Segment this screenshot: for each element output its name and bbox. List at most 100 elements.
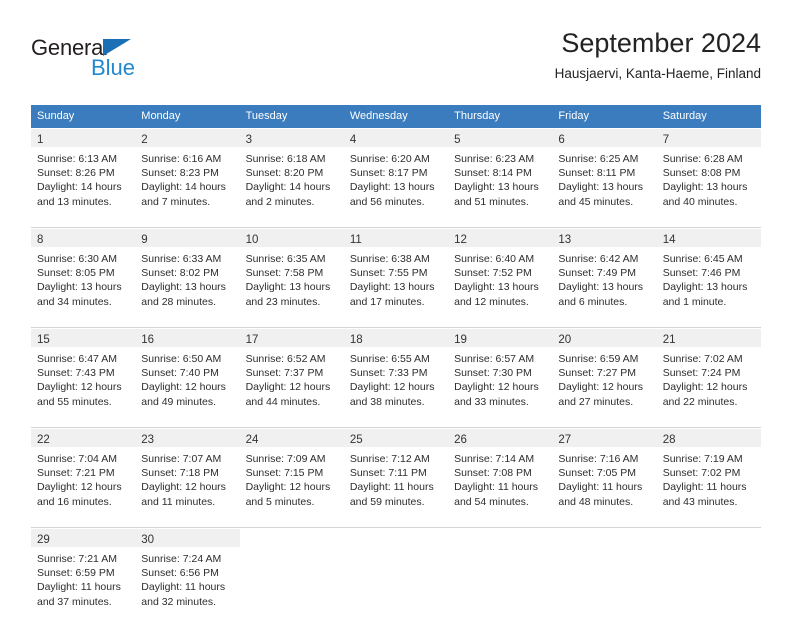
day-number: 13 (558, 234, 572, 246)
day-cell[interactable]: 15 Sunrise: 6:47 AM Sunset: 7:43 PM Dayl… (31, 329, 136, 418)
day-number-band: 28 (656, 429, 761, 447)
day-number-band: 23 (135, 429, 240, 447)
day-cell[interactable]: 29 Sunrise: 7:21 AM Sunset: 6:59 PM Dayl… (31, 529, 136, 618)
day-cell[interactable]: 28 Sunrise: 7:19 AM Sunset: 7:02 PM Dayl… (656, 429, 761, 518)
day-cell[interactable]: 26 Sunrise: 7:14 AM Sunset: 7:08 PM Dayl… (448, 429, 553, 518)
sunset-text: Sunset: 7:43 PM (37, 367, 115, 380)
day-number-band: 9 (135, 229, 240, 247)
day-number: 10 (245, 234, 259, 246)
day-number: 21 (662, 334, 676, 346)
day-number: 12 (454, 234, 467, 246)
day-details: Sunrise: 6:38 AM Sunset: 7:55 PM Dayligh… (344, 247, 448, 315)
daylight-text-line2: and 45 minutes. (558, 195, 634, 208)
sunrise-text: Sunrise: 6:16 AM (141, 153, 222, 165)
day-cell[interactable]: 2 Sunrise: 6:16 AM Sunset: 8:23 PM Dayli… (135, 129, 240, 218)
daylight-text-line2: and 22 minutes. (662, 395, 738, 408)
day-cell[interactable]: 3 Sunrise: 6:18 AM Sunset: 8:20 PM Dayli… (239, 129, 344, 218)
day-cell[interactable]: 5 Sunrise: 6:23 AM Sunset: 8:14 PM Dayli… (448, 129, 553, 218)
day-cell[interactable]: 19 Sunrise: 6:57 AM Sunset: 7:30 PM Dayl… (448, 329, 553, 418)
daylight-text-line1: Daylight: 14 hours (37, 181, 122, 194)
page-subtitle-location: Hausjaervi, Kanta-Haeme, Finland (554, 66, 761, 81)
day-details: Sunrise: 7:02 AM Sunset: 7:24 PM Dayligh… (657, 347, 761, 415)
sunset-text: Sunset: 8:05 PM (37, 267, 115, 280)
day-details: Sunrise: 6:35 AM Sunset: 7:58 PM Dayligh… (240, 247, 344, 315)
day-cell[interactable]: 4 Sunrise: 6:20 AM Sunset: 8:17 PM Dayli… (343, 129, 449, 218)
sunset-text: Sunset: 7:52 PM (454, 267, 532, 280)
week-row: 22 Sunrise: 7:04 AM Sunset: 7:21 PM Dayl… (31, 428, 761, 518)
day-number: 14 (662, 234, 676, 246)
daylight-text-line2: and 34 minutes. (37, 295, 112, 308)
daylight-text-line1: Daylight: 13 hours (245, 281, 331, 294)
daylight-text-line1: Daylight: 12 hours (245, 481, 331, 494)
day-cell[interactable]: 9 Sunrise: 6:33 AM Sunset: 8:02 PM Dayli… (135, 229, 240, 318)
sunset-text: Sunset: 6:59 PM (37, 567, 115, 580)
day-cell[interactable]: 30 Sunrise: 7:24 AM Sunset: 6:56 PM Dayl… (135, 529, 240, 618)
daylight-text-line2: and 32 minutes. (141, 595, 216, 608)
day-number: 27 (558, 434, 572, 446)
day-cell[interactable]: 6 Sunrise: 6:25 AM Sunset: 8:11 PM Dayli… (552, 129, 657, 218)
day-details: Sunrise: 7:14 AM Sunset: 7:08 PM Dayligh… (448, 447, 552, 515)
daylight-text-line1: Daylight: 13 hours (558, 281, 644, 294)
daylight-text-line2: and 12 minutes. (454, 295, 529, 308)
day-cell[interactable]: 20 Sunrise: 6:59 AM Sunset: 7:27 PM Dayl… (552, 329, 657, 418)
week-row: 15 Sunrise: 6:47 AM Sunset: 7:43 PM Dayl… (31, 328, 761, 418)
daylight-text-line2: and 54 minutes. (454, 495, 529, 508)
calendar-page: General Blue September 2024 Hausjaervi, … (0, 0, 792, 618)
daylight-text-line1: Daylight: 11 hours (37, 581, 121, 594)
day-cell[interactable]: 10 Sunrise: 6:35 AM Sunset: 7:58 PM Dayl… (239, 229, 344, 318)
day-cell[interactable]: 7 Sunrise: 6:28 AM Sunset: 8:08 PM Dayli… (656, 129, 761, 218)
day-cell[interactable]: 8 Sunrise: 6:30 AM Sunset: 8:05 PM Dayli… (31, 229, 136, 318)
daylight-text-line1: Daylight: 12 hours (37, 381, 122, 394)
day-cell[interactable]: 16 Sunrise: 6:50 AM Sunset: 7:40 PM Dayl… (135, 329, 240, 418)
day-details: Sunrise: 7:24 AM Sunset: 6:56 PM Dayligh… (135, 547, 239, 615)
day-cell[interactable]: 23 Sunrise: 7:07 AM Sunset: 7:18 PM Dayl… (135, 429, 240, 518)
day-cell[interactable]: 1 Sunrise: 6:13 AM Sunset: 8:26 PM Dayli… (31, 129, 136, 218)
day-details (552, 547, 656, 558)
sunrise-text: Sunrise: 7:19 AM (662, 453, 743, 465)
day-number-band: 4 (343, 129, 449, 147)
day-cell[interactable]: 11 Sunrise: 6:38 AM Sunset: 7:55 PM Dayl… (343, 229, 449, 318)
day-details: Sunrise: 7:19 AM Sunset: 7:02 PM Dayligh… (657, 447, 761, 515)
daylight-text-line1: Daylight: 13 hours (662, 181, 748, 194)
sunset-text: Sunset: 8:23 PM (141, 167, 219, 180)
daylight-text-line1: Daylight: 12 hours (245, 381, 331, 394)
daylight-text-line1: Daylight: 13 hours (558, 181, 644, 194)
day-cell[interactable]: 12 Sunrise: 6:40 AM Sunset: 7:52 PM Dayl… (448, 229, 553, 318)
sunrise-text: Sunrise: 6:42 AM (558, 253, 639, 265)
day-number: 26 (454, 434, 467, 446)
day-cell[interactable]: 17 Sunrise: 6:52 AM Sunset: 7:37 PM Dayl… (239, 329, 344, 418)
day-cell[interactable]: 25 Sunrise: 7:12 AM Sunset: 7:11 PM Dayl… (343, 429, 449, 518)
day-number: 15 (37, 334, 50, 346)
day-cell[interactable]: 14 Sunrise: 6:45 AM Sunset: 7:46 PM Dayl… (656, 229, 761, 318)
daylight-text-line1: Daylight: 11 hours (141, 581, 226, 594)
day-details: Sunrise: 6:42 AM Sunset: 7:49 PM Dayligh… (552, 247, 656, 315)
day-details: Sunrise: 6:16 AM Sunset: 8:23 PM Dayligh… (135, 147, 239, 215)
sunrise-text: Sunrise: 6:52 AM (245, 353, 326, 365)
daylight-text-line1: Daylight: 11 hours (454, 481, 538, 494)
day-cell[interactable]: 21 Sunrise: 7:02 AM Sunset: 7:24 PM Dayl… (656, 329, 761, 418)
sunset-text: Sunset: 8:20 PM (245, 167, 324, 180)
weekday-header-wednesday: Wednesday (349, 110, 408, 122)
day-cell[interactable]: 18 Sunrise: 6:55 AM Sunset: 7:33 PM Dayl… (343, 329, 449, 418)
day-number-band: 25 (343, 429, 449, 447)
sunset-text: Sunset: 7:02 PM (662, 467, 741, 480)
daylight-text-line2: and 6 minutes. (558, 295, 628, 308)
day-cell[interactable]: 27 Sunrise: 7:16 AM Sunset: 7:05 PM Dayl… (552, 429, 657, 518)
day-cell[interactable]: 24 Sunrise: 7:09 AM Sunset: 7:15 PM Dayl… (239, 429, 344, 518)
sunset-text: Sunset: 7:24 PM (662, 367, 741, 380)
general-blue-logo[interactable]: General Blue (31, 36, 231, 86)
day-number: 2 (141, 134, 148, 146)
daylight-text-line2: and 33 minutes. (454, 395, 529, 408)
sunset-text: Sunset: 7:18 PM (141, 467, 219, 480)
day-cell-empty (448, 529, 553, 618)
week-separator (31, 318, 761, 328)
daylight-text-line2: and 56 minutes. (349, 195, 425, 208)
day-cell[interactable]: 13 Sunrise: 6:42 AM Sunset: 7:49 PM Dayl… (552, 229, 657, 318)
day-cell[interactable]: 22 Sunrise: 7:04 AM Sunset: 7:21 PM Dayl… (31, 429, 136, 518)
calendar-grid: Sunday Monday Tuesday Wednesday Thursday… (31, 105, 761, 618)
sunrise-text: Sunrise: 7:04 AM (37, 453, 117, 465)
sunset-text: Sunset: 7:11 PM (349, 467, 427, 480)
day-details: Sunrise: 7:16 AM Sunset: 7:05 PM Dayligh… (552, 447, 656, 515)
day-number-band: 10 (239, 229, 344, 247)
day-number: 1 (37, 134, 44, 146)
